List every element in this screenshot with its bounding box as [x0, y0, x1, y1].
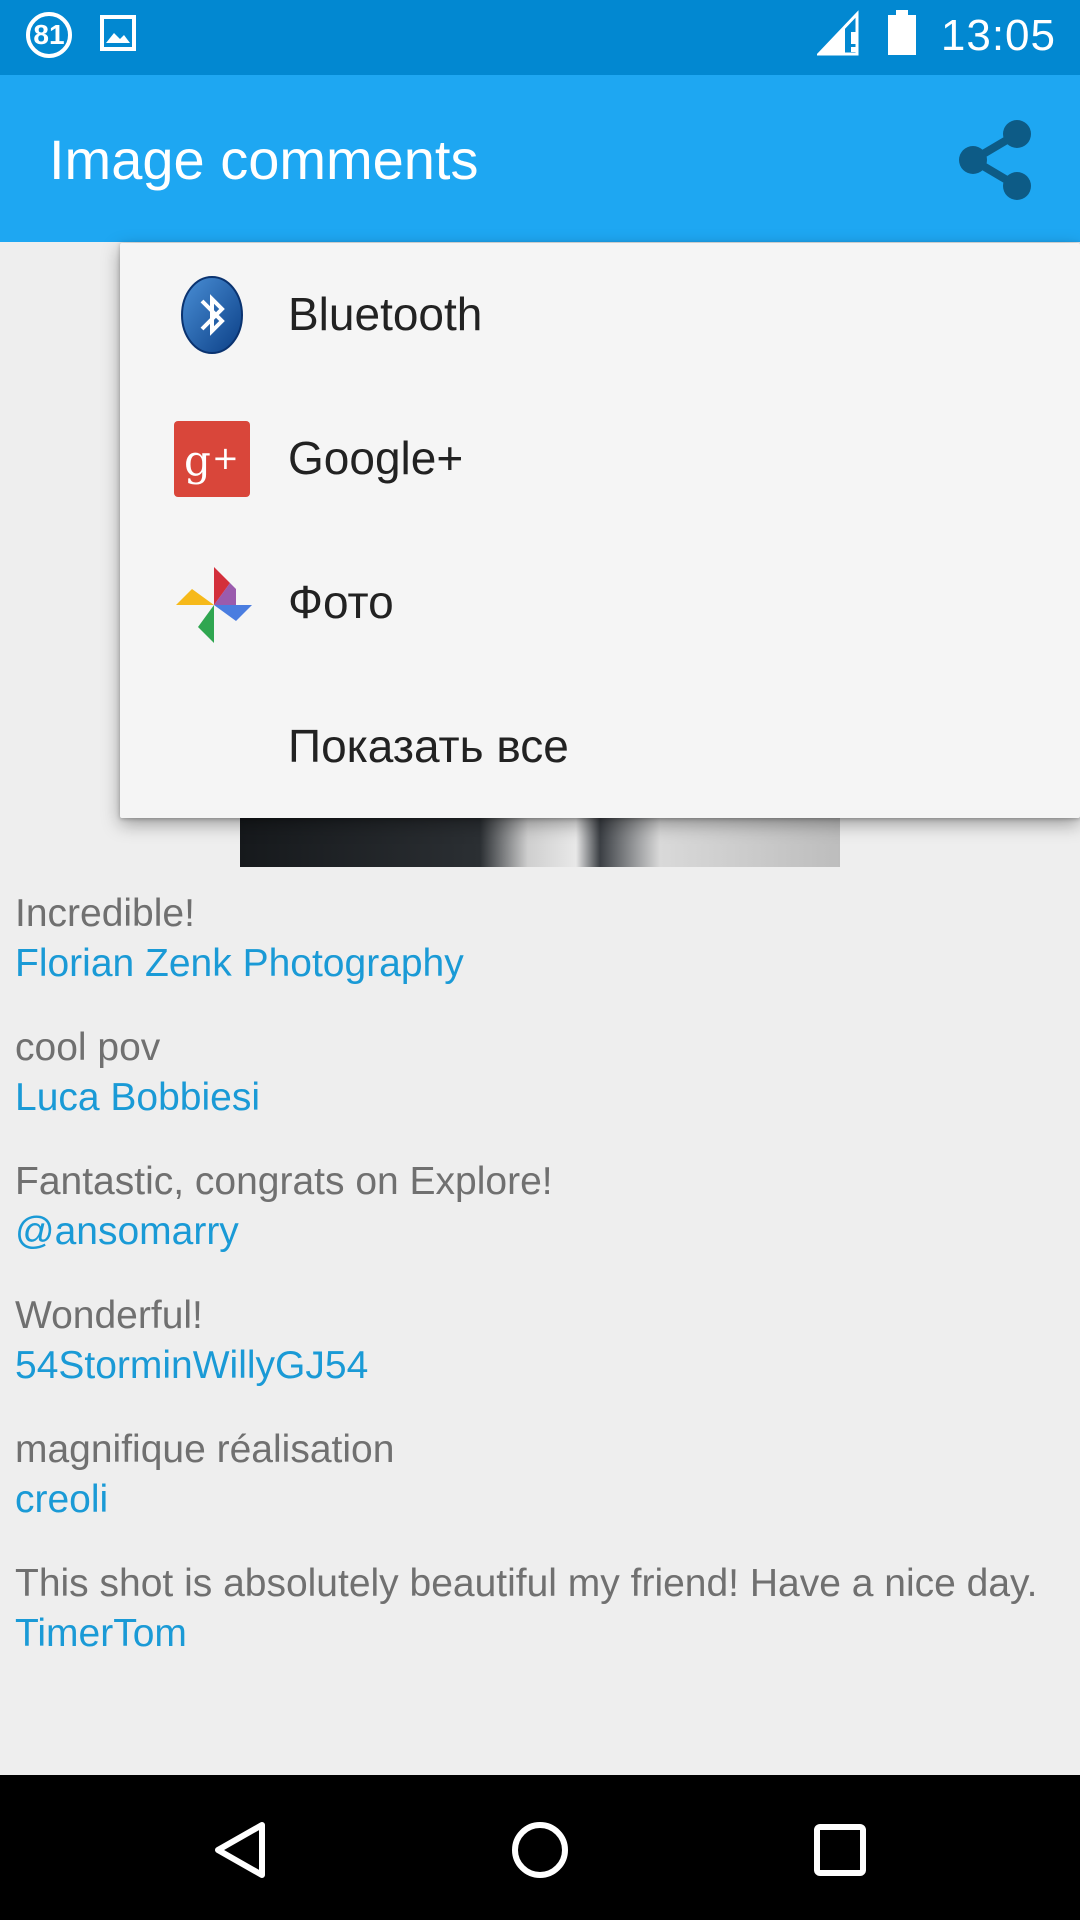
comment-item: cool pov Luca Bobbiesi: [15, 1024, 1065, 1124]
comment-item: magnifique réalisation creoli: [15, 1426, 1065, 1526]
comment-text: Wonderful!: [15, 1294, 203, 1337]
share-item-label: Google+: [288, 432, 464, 484]
status-left: 81: [26, 12, 136, 58]
comment-author-link[interactable]: creoli: [15, 1474, 1065, 1526]
page-title: Image comments: [49, 128, 479, 191]
share-item-photos[interactable]: Фото: [120, 531, 1080, 675]
comment-author-link[interactable]: TimerTom: [15, 1608, 1065, 1660]
comment-item: This shot is absolutely beautiful my fri…: [15, 1560, 1065, 1660]
status-right: 13:05: [815, 10, 1056, 61]
comment-author-link[interactable]: Florian Zenk Photography: [15, 938, 1065, 990]
share-item-bluetooth[interactable]: Bluetooth: [120, 243, 1080, 387]
back-icon: [215, 1822, 265, 1878]
signal-icon: [815, 10, 863, 61]
svg-text:+: +: [212, 439, 239, 477]
share-menu-popup: Bluetooth g + Google+ Фото Показать все: [120, 243, 1080, 818]
share-button[interactable]: [950, 115, 1040, 205]
google-plus-icon: g +: [172, 419, 252, 499]
share-item-google-plus[interactable]: g + Google+: [120, 387, 1080, 531]
comment-author-link[interactable]: 54StorminWillyGJ54: [15, 1340, 1065, 1392]
recents-icon: [814, 1824, 866, 1876]
battery-icon: [887, 10, 917, 61]
comment-text: Fantastic, congrats on Explore!: [15, 1160, 553, 1203]
home-button[interactable]: [495, 1805, 585, 1895]
comment-item: Fantastic, congrats on Explore! @ansomar…: [15, 1158, 1065, 1258]
status-bar: 81 13:05: [0, 0, 1080, 75]
notification-count-icon: 81: [26, 12, 72, 58]
comment-text: magnifique réalisation: [15, 1428, 395, 1471]
app-bar: Image comments: [0, 75, 1080, 242]
back-button[interactable]: [195, 1805, 285, 1895]
svg-text:g: g: [184, 436, 211, 485]
comment-text: cool pov: [15, 1026, 161, 1069]
recents-button[interactable]: [795, 1805, 885, 1895]
comment-author-link[interactable]: @ansomarry: [15, 1206, 1065, 1258]
home-icon: [512, 1822, 568, 1878]
status-time: 13:05: [940, 10, 1056, 60]
photos-icon: [172, 563, 252, 643]
comment-author-link[interactable]: Luca Bobbiesi: [15, 1072, 1065, 1124]
image-icon: [100, 14, 136, 56]
comments-list: Incredible! Florian Zenk Photography coo…: [15, 890, 1065, 1694]
comment-item: Wonderful! 54StorminWillyGJ54: [15, 1292, 1065, 1392]
comment-item: Incredible! Florian Zenk Photography: [15, 890, 1065, 990]
share-item-label: Bluetooth: [288, 288, 483, 340]
share-item-label: Показать все: [288, 720, 569, 772]
comment-text: This shot is absolutely beautiful my fri…: [15, 1562, 1038, 1605]
comment-text: Incredible!: [15, 892, 195, 935]
share-icon: [959, 120, 1031, 200]
share-item-show-all[interactable]: Показать все: [120, 675, 1080, 819]
navigation-bar: [0, 1775, 1080, 1920]
screen: 81 13:05 Image comments Incredible! Flor…: [0, 0, 1080, 1920]
bluetooth-icon: [172, 275, 252, 355]
share-item-label: Фото: [288, 576, 394, 628]
